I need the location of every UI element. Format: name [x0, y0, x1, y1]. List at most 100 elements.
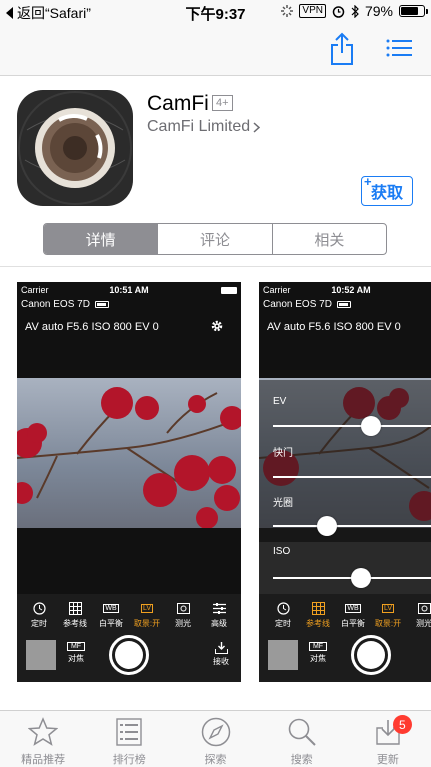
- timer-tool[interactable]: 定时: [24, 600, 54, 629]
- metering-label: 测光: [175, 619, 191, 628]
- manual-focus2-button[interactable]: MF 对焦: [309, 642, 327, 664]
- alarm-icon: [332, 5, 345, 18]
- wb2-label: 白平衡: [341, 619, 365, 628]
- tab-updates[interactable]: 更新 5: [345, 711, 431, 767]
- search-icon: [288, 718, 316, 746]
- compass-icon: [201, 717, 230, 747]
- tab-featured-label: 精品推荐: [21, 754, 66, 766]
- white-balance-tool[interactable]: WB 白平衡: [96, 600, 126, 629]
- timer-label: 定时: [31, 619, 47, 628]
- camera-model: Canon EOS 7D: [21, 299, 109, 310]
- metering2-icon: [417, 602, 431, 614]
- last-photo2-thumbnail[interactable]: [268, 640, 298, 670]
- last-photo-thumbnail[interactable]: [26, 640, 56, 670]
- preview2-status-bar: Carrier 10:52 AM: [263, 285, 431, 297]
- app-name: CamFi: [147, 92, 209, 115]
- metering2-tool[interactable]: 测光: [409, 600, 431, 629]
- ev-slider-knob[interactable]: [361, 416, 381, 436]
- camera2-model: Canon EOS 7D: [263, 299, 351, 310]
- get-label: 获取: [370, 185, 403, 202]
- screenshot-1[interactable]: Carrier 10:51 AM Canon EOS 7D AV auto F5…: [17, 282, 241, 682]
- mf2-label: 对焦: [310, 654, 326, 663]
- loading-spinner-icon: [281, 5, 294, 17]
- tab-details[interactable]: 详情: [44, 224, 159, 254]
- camera2-model-label: Canon EOS 7D: [263, 299, 332, 310]
- mf-label: 对焦: [68, 654, 84, 663]
- camera-battery-icon: [94, 301, 109, 308]
- developer-name: CamFi Limited: [147, 118, 251, 135]
- tab-reviews[interactable]: 评论: [158, 224, 273, 254]
- camera-lens-icon: [18, 91, 132, 205]
- lv2-tool[interactable]: LV 取景:开: [373, 600, 403, 629]
- developer-link[interactable]: CamFi Limited: [147, 118, 261, 136]
- grid2-tool[interactable]: 参考线: [303, 600, 333, 629]
- section-divider: [0, 266, 431, 267]
- ev-slider[interactable]: [273, 425, 431, 427]
- tab-bar: 精品推荐 排行榜 探索 搜索 更新 5: [0, 710, 431, 767]
- battery-icon: [399, 5, 428, 17]
- exposure2-readout: AV auto F5.6 ISO 800 EV 0: [267, 321, 401, 333]
- segmented-control: 详情 评论 相关: [43, 223, 387, 255]
- mf-icon: MF: [67, 642, 85, 651]
- star-icon: [28, 717, 59, 746]
- preview-status-bar: Carrier 10:51 AM: [21, 285, 237, 297]
- bluetooth-icon: [351, 4, 359, 18]
- advanced-label: 高级: [211, 619, 227, 628]
- receive-button[interactable]: 接收: [213, 642, 229, 667]
- get-button[interactable]: + 获取: [361, 174, 413, 206]
- tab-explore[interactable]: 探索: [172, 711, 258, 767]
- iso-slider-knob[interactable]: [351, 568, 371, 588]
- camera-model-label: Canon EOS 7D: [21, 299, 90, 310]
- lv-label: 取景:开: [133, 619, 161, 628]
- receive-label: 接收: [213, 657, 229, 666]
- grid-tool[interactable]: 参考线: [60, 600, 90, 629]
- iso-label: ISO: [273, 546, 291, 557]
- status-bar: 返回“Safari” 下午9:37 VPN 79%: [0, 0, 431, 24]
- receive-icon: [214, 642, 228, 654]
- tab-related[interactable]: 相关: [273, 224, 386, 254]
- tab-search[interactable]: 搜索: [259, 711, 345, 767]
- wb2-icon: WB: [345, 603, 361, 613]
- grid2-icon: [311, 601, 325, 615]
- chevron-right-icon: [253, 121, 261, 133]
- liveview-tool[interactable]: LV 取景:开: [132, 600, 162, 629]
- screenshot-2[interactable]: Carrier 10:52 AM Canon EOS 7D AV auto F5…: [259, 282, 431, 682]
- metering-icon: [176, 602, 190, 614]
- tab-featured[interactable]: 精品推荐: [0, 711, 86, 767]
- wb2-tool[interactable]: WB 白平衡: [338, 600, 368, 629]
- camera2-toolbar: 定时 参考线 WB 白平衡 LV 取景:开 测光 MF 对焦: [259, 594, 431, 682]
- shutter-label: 快门: [273, 448, 293, 459]
- shutter-button[interactable]: [109, 635, 149, 675]
- preview-battery-icon: [221, 287, 237, 294]
- nav-bar: [0, 24, 431, 76]
- vpn-badge: VPN: [299, 4, 326, 18]
- exposure-readout: AV auto F5.6 ISO 800 EV 0: [25, 321, 159, 333]
- shutter-slider[interactable]: [273, 476, 431, 478]
- timer2-tool[interactable]: 定时: [268, 600, 298, 629]
- aperture-label: 光圈: [273, 498, 293, 509]
- tab-search-label: 搜索: [290, 754, 313, 766]
- list-icon[interactable]: [386, 38, 412, 58]
- battery-percent: 79%: [364, 3, 393, 19]
- shutter2-button[interactable]: [351, 635, 391, 675]
- liveview-photo: [17, 378, 241, 528]
- grid2-label: 参考线: [306, 619, 330, 628]
- tab-top-charts[interactable]: 排行榜: [86, 711, 172, 767]
- aperture-slider-knob[interactable]: [317, 516, 337, 536]
- tab-explore-label: 探索: [204, 754, 227, 766]
- wb-label: 白平衡: [99, 619, 123, 628]
- share-icon[interactable]: [329, 32, 355, 66]
- gear-icon: [211, 320, 223, 332]
- updates-badge: 5: [392, 715, 412, 734]
- grid-icon: [68, 601, 82, 615]
- aperture-slider[interactable]: [273, 525, 431, 527]
- age-rating-badge: 4+: [212, 95, 233, 111]
- tab-updates-label: 更新: [376, 754, 399, 766]
- lv2-icon: LV: [381, 603, 395, 613]
- manual-focus-button[interactable]: MF 对焦: [67, 642, 85, 664]
- advanced-tool[interactable]: 高级: [204, 600, 234, 629]
- preview-time: 10:51 AM: [109, 285, 149, 295]
- get-plus: +: [364, 174, 372, 189]
- sliders-icon: [212, 602, 226, 614]
- metering-tool[interactable]: 测光: [168, 600, 198, 629]
